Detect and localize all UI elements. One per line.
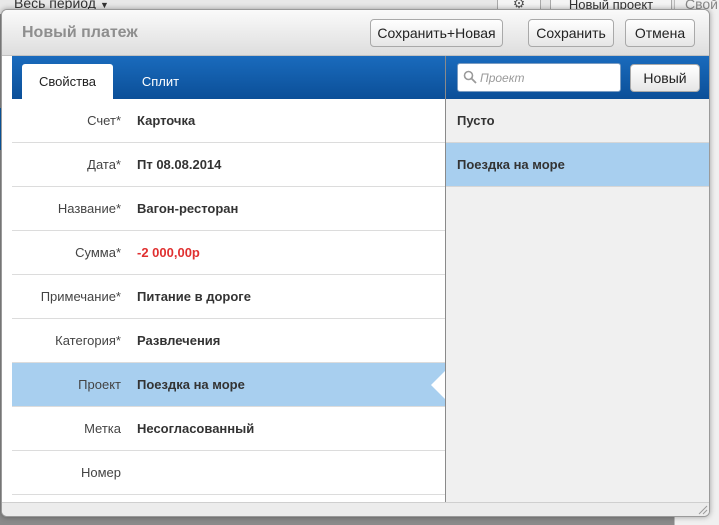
new-payment-dialog: Новый платеж Сохранить+Новая Сохранить О… [1, 9, 710, 517]
field-label: Дата* [87, 157, 121, 172]
project-panel-toolbar: Новый [446, 56, 709, 99]
save-button[interactable]: Сохранить [528, 19, 614, 47]
selection-pointer-icon [431, 371, 445, 399]
field-name[interactable]: Название* Вагон-ресторан [12, 187, 445, 231]
new-project-button[interactable]: Новый [630, 64, 700, 92]
field-label: Метка [84, 421, 121, 436]
dialog-footer [2, 502, 709, 516]
field-note[interactable]: Примечание* Питание в дороге [12, 275, 445, 319]
dialog-header: Новый платеж Сохранить+Новая Сохранить О… [2, 10, 709, 56]
field-value: Пт 08.08.2014 [137, 157, 222, 172]
field-amount[interactable]: Сумма* -2 000,00р [12, 231, 445, 275]
field-value: Несогласованный [137, 421, 255, 436]
dialog-title: Новый платеж [22, 24, 138, 41]
field-label: Счет* [87, 113, 121, 128]
field-label: Примечание* [40, 289, 121, 304]
project-search-input[interactable] [480, 64, 618, 91]
properties-form: Счет* Карточка Дата* Пт 08.08.2014 Назва… [12, 99, 445, 498]
field-label: Сумма* [75, 245, 121, 260]
search-icon [463, 70, 477, 84]
field-label: Название* [57, 201, 121, 216]
resize-grip-icon[interactable] [698, 505, 708, 515]
project-list: Пусто Поездка на море [446, 99, 709, 502]
tab-properties[interactable]: Свойства [22, 64, 113, 99]
project-item-empty[interactable]: Пусто [446, 99, 709, 143]
field-value: Питание в дороге [137, 289, 251, 304]
field-date[interactable]: Дата* Пт 08.08.2014 [12, 143, 445, 187]
project-search-box[interactable] [457, 63, 621, 92]
field-label: Категория* [55, 333, 121, 348]
field-project[interactable]: Проект Поездка на море [12, 363, 445, 407]
field-number[interactable]: Номер [12, 451, 445, 495]
field-value: Поездка на море [137, 377, 245, 392]
field-category[interactable]: Категория* Развлечения [12, 319, 445, 363]
project-item-sea-trip[interactable]: Поездка на море [446, 143, 709, 187]
field-label: Проект [78, 377, 121, 392]
field-value: Развлечения [137, 333, 221, 348]
field-account[interactable]: Счет* Карточка [12, 99, 445, 143]
field-value: -2 000,00р [137, 245, 200, 260]
cancel-button[interactable]: Отмена [625, 19, 695, 47]
tab-split[interactable]: Сплит [113, 64, 208, 99]
field-tag[interactable]: Метка Несогласованный [12, 407, 445, 451]
field-value: Карточка [137, 113, 196, 128]
save-and-new-button[interactable]: Сохранить+Новая [370, 19, 503, 47]
field-value: Вагон-ресторан [137, 201, 239, 216]
field-label: Номер [80, 465, 121, 480]
tab-bar: Свойства Сплит [12, 56, 445, 99]
